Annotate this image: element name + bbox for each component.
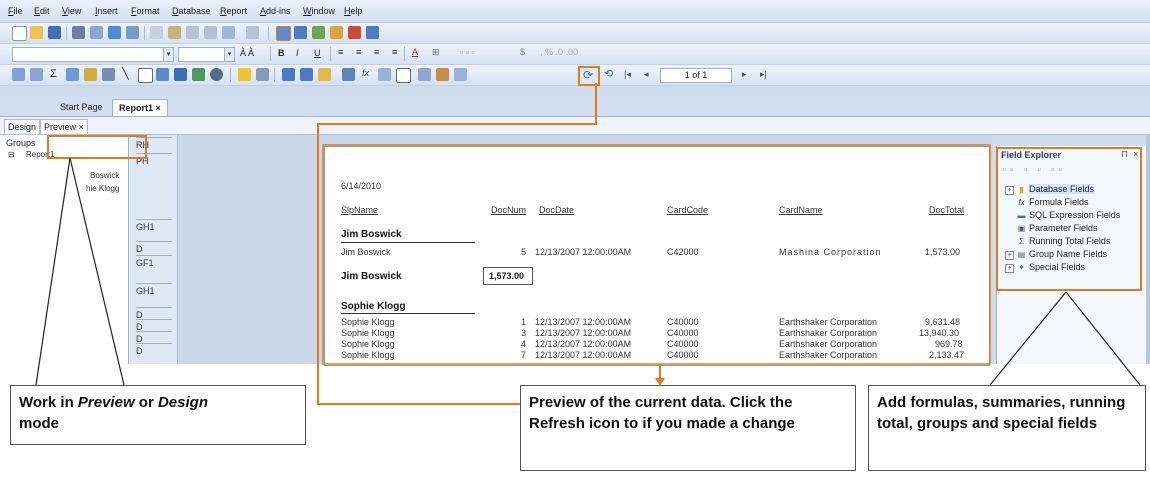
callout-text: or — [134, 394, 158, 411]
callout-text: Work in — [19, 394, 78, 411]
groups-highlight — [47, 135, 147, 159]
refresh-connector — [317, 83, 597, 405]
callout-field-explorer: Add formulas, summaries, running total, … — [868, 385, 1146, 471]
preview-highlight — [322, 144, 991, 365]
callout-text: Add formulas, summaries, running total, … — [877, 394, 1126, 432]
field-explorer-highlight — [996, 147, 1142, 291]
callout-text: mode — [19, 415, 60, 432]
callout-em-design: Design — [157, 394, 208, 411]
callout-text: Preview of the current data. Click the R… — [529, 394, 795, 432]
callout-design-mode: Work in Preview or Design mode — [10, 385, 306, 445]
callout-preview: Preview of the current data. Click the R… — [520, 385, 856, 471]
callout-em-preview: Preview — [77, 394, 135, 411]
